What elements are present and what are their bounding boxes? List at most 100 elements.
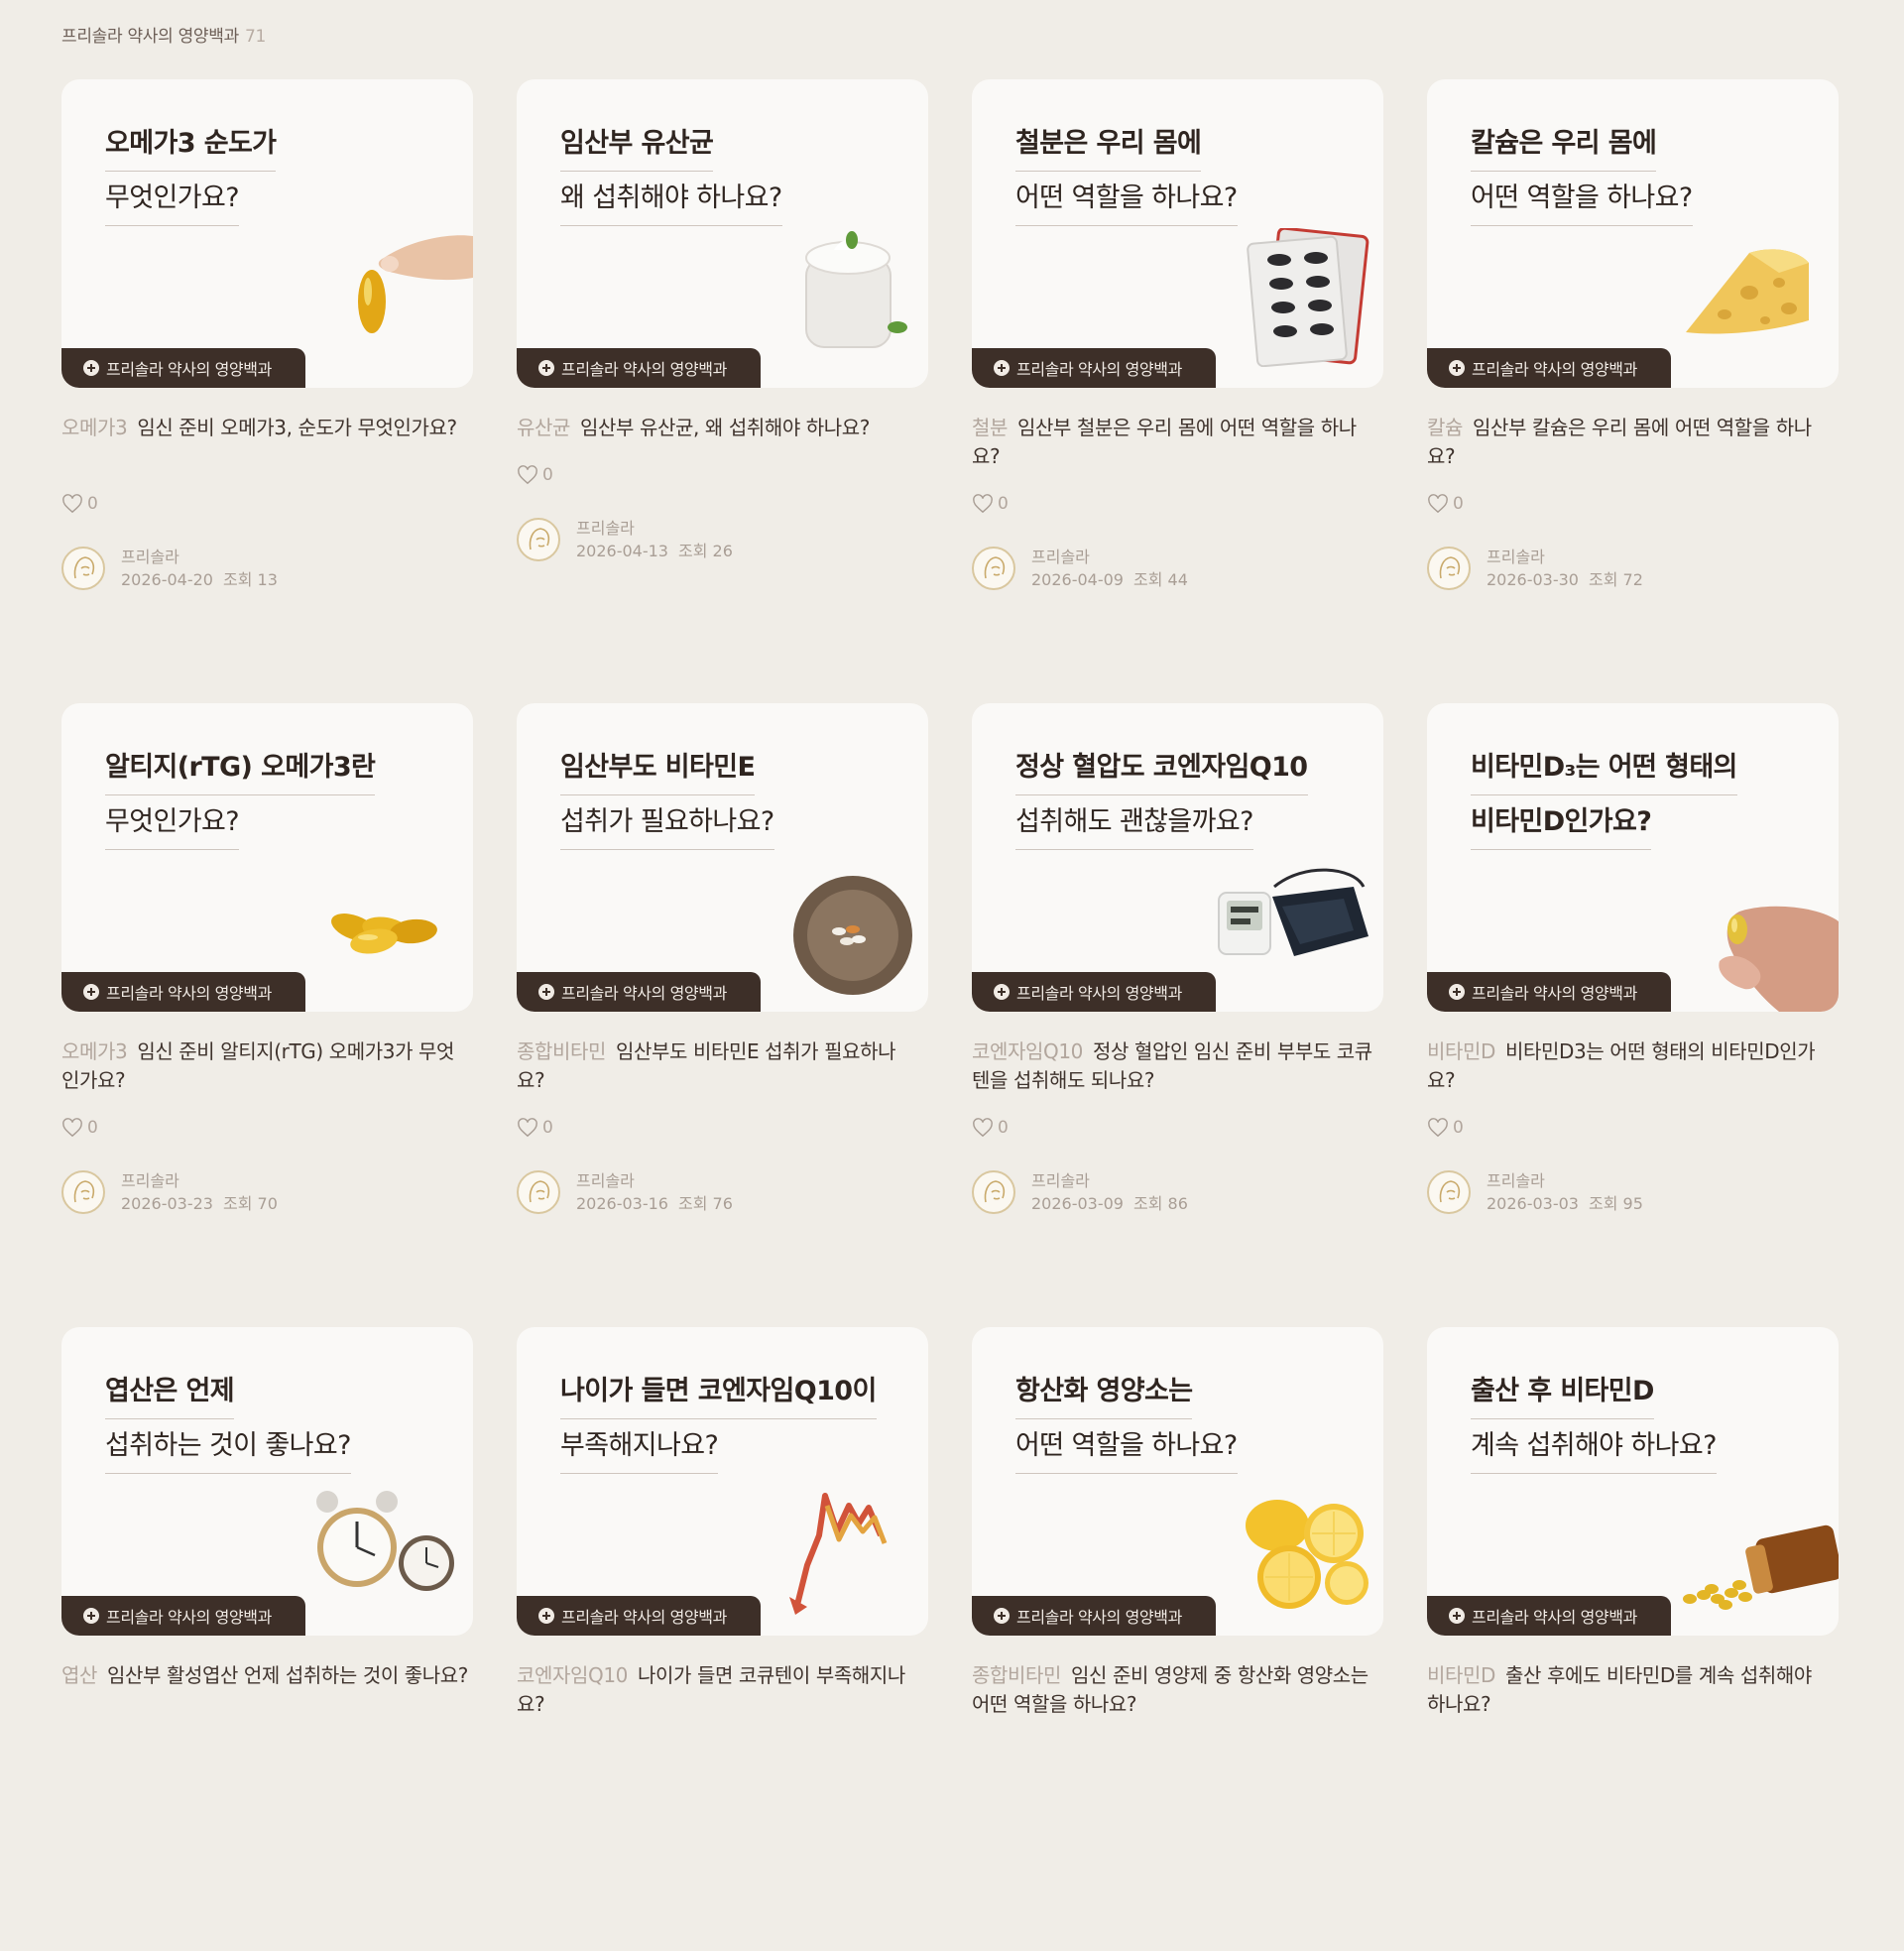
post-thumbnail[interactable]: 임산부 유산균 왜 섭취해야 하나요? 프리솔라 약사의 영양백과 [517, 79, 928, 388]
post-summary[interactable]: 철분 임산부 철분은 우리 몸에 어떤 역할을 하나요? [972, 414, 1378, 471]
post-category: 종합비타민 [517, 1039, 606, 1063]
post-item[interactable]: 항산화 영양소는 어떤 역할을 하나요? 프리솔라 약사의 영양백과 종합비타민… [972, 1327, 1383, 1951]
post-summary[interactable]: 유산균 임산부 유산균, 왜 섭취해야 하나요? [517, 414, 923, 471]
post-item[interactable]: 정상 혈압도 코엔자임Q10 섭취해도 괜찮을까요? 프리솔라 약사의 영양백과… [972, 703, 1383, 1327]
post-item[interactable]: 임산부 유산균 왜 섭취해야 하나요? 프리솔라 약사의 영양백과 유산균 임산부… [517, 79, 928, 703]
post-item[interactable]: 나이가 들면 코엔자임Q10이 부족해지나요? 프리솔라 약사의 영양백과 코엔… [517, 1327, 928, 1951]
title-line-2: 무엇인가요? [105, 172, 240, 226]
post-thumbnail[interactable]: 항산화 영양소는 어떤 역할을 하나요? 프리솔라 약사의 영양백과 [972, 1327, 1383, 1636]
thumbnail-title: 임산부 유산균 왜 섭취해야 하나요? [560, 117, 782, 226]
card-tag: 프리솔라 약사의 영양백과 [61, 972, 305, 1012]
post-thumbnail[interactable]: 비타민D₃는 어떤 형태의 비타민D인가요? 프리솔라 약사의 영양백과 [1427, 703, 1839, 1012]
card-tag: 프리솔라 약사의 영양백과 [972, 972, 1216, 1012]
like-button[interactable]: 0 [972, 493, 1383, 515]
post-summary[interactable]: 엽산 임산부 활성엽산 언제 섭취하는 것이 좋나요? [61, 1661, 468, 1719]
post-item[interactable]: 알티지(rTG) 오메가3란 무엇인가요? 프리솔라 약사의 영양백과 오메가3… [61, 703, 473, 1327]
post-category: 종합비타민 [972, 1663, 1061, 1687]
title-line-1: 임산부 유산균 [560, 128, 714, 159]
post-summary[interactable]: 코엔자임Q10 정상 혈압인 임신 준비 부부도 코큐텐을 섭취해도 되나요? [972, 1037, 1378, 1095]
post-summary[interactable]: 비타민D 비타민D3는 어떤 형태의 비타민D인가요? [1427, 1037, 1834, 1095]
like-button[interactable]: 0 [972, 1117, 1383, 1139]
softgel-capsules-image [331, 914, 437, 954]
post-summary-text: 임산부 유산균, 왜 섭취해야 하나요? [580, 416, 871, 439]
post-thumbnail[interactable]: 철분은 우리 몸에 어떤 역할을 하나요? 프리솔라 약사의 영양백과 [972, 79, 1383, 388]
like-button[interactable]: 0 [1427, 493, 1839, 515]
title-line-1: 알티지(rTG) 오메가3란 [105, 752, 376, 783]
title-line-1: 나이가 들면 코엔자임Q10이 [560, 1376, 877, 1406]
post-summary[interactable]: 오메가3 임신 준비 알티지(rTG) 오메가3가 무엇인가요? [61, 1037, 468, 1095]
post-summary[interactable]: 오메가3 임신 준비 오메가3, 순도가 무엇인가요? [61, 414, 468, 471]
post-summary[interactable]: 종합비타민 임신 준비 영양제 중 항산화 영양소는 어떤 역할을 하나요? [972, 1661, 1378, 1719]
author-name: 프리솔라 [121, 1171, 179, 1190]
card-tag-label: 프리솔라 약사의 영양백과 [1472, 1608, 1637, 1627]
title-line-1: 오메가3 순도가 [105, 128, 277, 159]
post-item[interactable]: 칼슘은 우리 몸에 어떤 역할을 하나요? 프리솔라 약사의 영양백과 칼슘 임산… [1427, 79, 1839, 703]
pharmacist-face-icon [73, 1180, 95, 1203]
author-name: 프리솔라 [1031, 548, 1090, 566]
post-date: 2026-04-13 [576, 542, 668, 560]
like-button[interactable]: 0 [517, 464, 928, 486]
post-thumbnail[interactable]: 엽산은 언제 섭취하는 것이 좋나요? 프리솔라 약사의 영양백과 [61, 1327, 473, 1636]
title-line-2: 왜 섭취해야 하나요? [560, 172, 782, 226]
page-title: 프리솔라 약사의 영양백과 71 [61, 22, 266, 47]
post-item[interactable]: 철분은 우리 몸에 어떤 역할을 하나요? 프리솔라 약사의 영양백과 철분 임산… [972, 79, 1383, 703]
pharmacist-face-icon [73, 556, 95, 579]
post-item[interactable]: 엽산은 언제 섭취하는 것이 좋나요? 프리솔라 약사의 영양백과 엽산 임산부 … [61, 1327, 473, 1951]
post-date: 2026-03-23 [121, 1194, 213, 1213]
post-thumbnail[interactable]: 출산 후 비타민D 계속 섭취해야 하나요? 프리솔라 약사의 영양백과 [1427, 1327, 1839, 1636]
post-thumbnail[interactable]: 임산부도 비타민E 섭취가 필요하나요? 프리솔라 약사의 영양백과 [517, 703, 928, 1012]
plus-circle-icon [83, 1608, 99, 1624]
pill-bowl-image [793, 876, 912, 995]
like-button[interactable]: 0 [1427, 1117, 1839, 1139]
post-item[interactable]: 출산 후 비타민D 계속 섭취해야 하나요? 프리솔라 약사의 영양백과 비타민… [1427, 1327, 1839, 1951]
thumbnail-title: 나이가 들면 코엔자임Q10이 부족해지나요? [560, 1365, 877, 1474]
post-item[interactable]: 비타민D₃는 어떤 형태의 비타민D인가요? 프리솔라 약사의 영양백과 비타민… [1427, 703, 1839, 1327]
title-line-1: 정상 혈압도 코엔자임Q10 [1015, 752, 1308, 783]
title-line-1: 항산화 영양소는 [1015, 1376, 1193, 1406]
like-button[interactable]: 0 [61, 1117, 473, 1139]
post-item[interactable]: 오메가3 순도가 무엇인가요? 프리솔라 약사의 영양백과 오메가3 임신 준비 … [61, 79, 473, 703]
like-count: 0 [998, 1118, 1009, 1138]
card-tag-label: 프리솔라 약사의 영양백과 [106, 984, 272, 1003]
view-count: 조회 26 [677, 542, 733, 560]
heart-icon [518, 465, 537, 485]
post-summary-text: 임산부 철분은 우리 몸에 어떤 역할을 하나요? [972, 416, 1357, 468]
like-count: 0 [542, 1118, 553, 1138]
post-thumbnail[interactable]: 오메가3 순도가 무엇인가요? 프리솔라 약사의 영양백과 [61, 79, 473, 388]
post-thumbnail[interactable]: 정상 혈압도 코엔자임Q10 섭취해도 괜찮을까요? 프리솔라 약사의 영양백과 [972, 703, 1383, 1012]
author-name: 프리솔라 [1487, 1171, 1545, 1190]
card-tag: 프리솔라 약사의 영양백과 [972, 1596, 1216, 1636]
title-line-2: 무엇인가요? [105, 795, 240, 850]
title-line-1: 출산 후 비타민D [1471, 1376, 1654, 1406]
card-tag-label: 프리솔라 약사의 영양백과 [106, 360, 272, 379]
heart-icon [518, 1118, 537, 1138]
heart-icon [973, 494, 993, 514]
author-name: 프리솔라 [121, 548, 179, 566]
alarm-clocks-image [316, 1491, 454, 1591]
post-summary[interactable]: 칼슘 임산부 칼슘은 우리 몸에 어떤 역할을 하나요? [1427, 414, 1834, 471]
post-date: 2026-03-30 [1487, 570, 1579, 589]
post-summary[interactable]: 종합비타민 임산부도 비타민E 섭취가 필요하나요? [517, 1037, 923, 1095]
post-item[interactable]: 임산부도 비타민E 섭취가 필요하나요? 프리솔라 약사의 영양백과 종합비타민… [517, 703, 928, 1327]
post-category: 코엔자임Q10 [517, 1663, 628, 1687]
declining-chart-image [789, 1493, 888, 1615]
post-thumbnail[interactable]: 칼슘은 우리 몸에 어떤 역할을 하나요? 프리솔라 약사의 영양백과 [1427, 79, 1839, 388]
page-title-text: 프리솔라 약사의 영양백과 [61, 27, 239, 47]
post-thumbnail[interactable]: 알티지(rTG) 오메가3란 무엇인가요? 프리솔라 약사의 영양백과 [61, 703, 473, 1012]
author-name: 프리솔라 [576, 519, 635, 538]
post-summary[interactable]: 코엔자임Q10 나이가 들면 코큐텐이 부족해지나요? [517, 1661, 923, 1719]
view-count: 조회 70 [222, 1194, 278, 1213]
post-summary[interactable]: 비타민D 출산 후에도 비타민D를 계속 섭취해야 하나요? [1427, 1661, 1834, 1719]
like-button[interactable]: 0 [61, 493, 473, 515]
card-tag-label: 프리솔라 약사의 영양백과 [1016, 1608, 1182, 1627]
heart-icon [62, 494, 82, 514]
post-category: 철분 [972, 416, 1008, 439]
post-category: 비타민D [1427, 1663, 1496, 1687]
title-line-1: 철분은 우리 몸에 [1015, 128, 1202, 159]
title-line-2: 비타민D인가요? [1471, 806, 1652, 837]
plus-circle-icon [1449, 984, 1465, 1000]
plus-circle-icon [83, 984, 99, 1000]
like-button[interactable]: 0 [517, 1117, 928, 1139]
like-count: 0 [87, 494, 98, 514]
post-thumbnail[interactable]: 나이가 들면 코엔자임Q10이 부족해지나요? 프리솔라 약사의 영양백과 [517, 1327, 928, 1636]
